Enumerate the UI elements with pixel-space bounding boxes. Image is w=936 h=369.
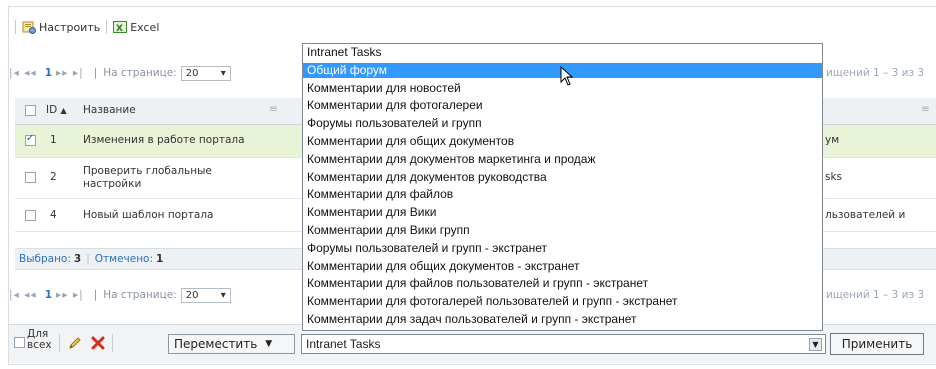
selected-count-value: 3 <box>73 253 82 265</box>
pager-separator: | <box>93 67 98 79</box>
pager-first-prev-icon[interactable]: |◂ ◂◂ <box>9 289 37 301</box>
dropdown-option[interactable]: Комментарии для документов маркетинга и … <box>303 152 822 167</box>
per-page-select[interactable]: 20 ▾ <box>180 65 231 81</box>
chevron-down-icon: ▾ <box>220 289 226 301</box>
row-id: 4 <box>50 209 57 221</box>
svg-text:X: X <box>116 24 123 34</box>
row-title[interactable]: Изменения в работе портала <box>83 134 245 146</box>
apply-button-label: Применить <box>841 337 913 351</box>
row-id: 1 <box>50 134 57 146</box>
column-header-id-label: ID <box>46 104 58 116</box>
chevron-down-icon: ▼ <box>265 339 273 349</box>
action-select[interactable]: Переместить ▼ <box>168 334 295 354</box>
excel-icon: X <box>113 21 128 34</box>
excel-button[interactable]: X Excel <box>113 20 159 34</box>
for-all-line2: всех <box>27 339 52 351</box>
dropdown-option[interactable]: Intranet Tasks <box>303 45 822 60</box>
row-forum: sks <box>825 171 843 183</box>
dropdown-option[interactable]: Комментарии для файлов <box>303 187 822 202</box>
column-header-title[interactable]: Название <box>83 104 136 116</box>
pager-bottom: |◂ ◂◂ 1 ▸▸ ▸| | На странице: 20 ▾ <box>9 286 231 304</box>
row-title-line2[interactable]: настройки <box>83 178 141 190</box>
column-menu-icon[interactable]: ≡ <box>921 103 930 115</box>
configure-icon <box>22 21 36 34</box>
configure-label: Настроить <box>39 20 101 34</box>
row-checkbox[interactable] <box>25 172 36 183</box>
marked-count-label: Отмечено: <box>94 253 154 265</box>
column-header-id[interactable]: ID ▲ <box>46 104 67 116</box>
toolbar-divider <box>15 20 16 34</box>
row-forum: льзователей и <box>825 209 906 221</box>
excel-label: Excel <box>130 20 160 34</box>
pager-separator: | <box>93 289 98 301</box>
target-forum-dropdown-list: Intranet Tasks Общий форум Комментарии для… <box>302 43 823 331</box>
row-title[interactable]: Новый шаблон портала <box>83 209 213 221</box>
pager-current-page[interactable]: 1 <box>45 289 52 301</box>
pager-next-last-icon[interactable]: ▸▸ ▸| <box>56 67 84 79</box>
pager-range-text: ищений 1 – 3 из 3 <box>826 67 925 79</box>
actions-divider <box>59 334 60 352</box>
row-checkbox[interactable] <box>25 210 36 221</box>
per-page-label: На странице: <box>103 289 177 301</box>
per-page-select[interactable]: 20 ▾ <box>180 287 231 303</box>
dropdown-option[interactable]: Комментарии для общих документов - экстр… <box>303 259 822 274</box>
for-all-checkbox[interactable] <box>14 337 25 348</box>
status-divider: | <box>86 253 90 265</box>
column-menu-icon[interactable]: ≡ <box>269 103 278 115</box>
dropdown-option[interactable]: Комментарии для Вики групп <box>303 223 822 238</box>
pager-range-text: ищений 1 – 3 из 3 <box>826 289 925 301</box>
target-forum-select-value: Intranet Tasks <box>306 337 381 351</box>
dropdown-option[interactable]: Комментарии для общих документов <box>303 134 822 149</box>
target-forum-select[interactable]: Intranet Tasks ▼ <box>301 334 826 354</box>
configure-button[interactable]: Настроить <box>22 20 100 34</box>
dropdown-option[interactable]: Комментарии для Вики <box>303 205 822 220</box>
per-page-label: На странице: <box>103 67 177 79</box>
pager-next-last-icon[interactable]: ▸▸ ▸| <box>56 289 84 301</box>
row-checkbox[interactable] <box>25 133 36 146</box>
row-title-line1[interactable]: Проверить глобальные <box>83 165 212 177</box>
pager-top: |◂ ◂◂ 1 ▸▸ ▸| | На странице: 20 ▾ <box>9 64 231 82</box>
dropdown-option[interactable]: Комментарии для задач пользователей и гр… <box>303 312 822 327</box>
row-forum: ум <box>825 134 840 146</box>
apply-button[interactable]: Применить <box>830 333 924 355</box>
dropdown-option[interactable]: Комментарии для файлов пользователей и г… <box>303 276 822 291</box>
dropdown-option[interactable]: Комментарии для фотогалерей пользователе… <box>303 294 822 309</box>
marked-count-value: 1 <box>156 253 164 265</box>
row-id: 2 <box>50 171 57 183</box>
edit-icon[interactable] <box>67 335 83 351</box>
action-select-value: Переместить <box>174 337 258 351</box>
selected-count-label: Выбрано: <box>19 253 71 265</box>
chevron-down-icon: ▾ <box>220 67 226 79</box>
select-all-checkbox[interactable] <box>25 105 36 116</box>
pager-current-page[interactable]: 1 <box>45 67 52 79</box>
dropdown-option[interactable]: Форумы пользователей и групп - экстранет <box>303 241 822 256</box>
per-page-value: 20 <box>185 67 199 79</box>
delete-icon[interactable] <box>90 335 106 351</box>
dropdown-option[interactable]: Комментарии для фотогалереи <box>303 98 822 113</box>
pager-first-prev-icon[interactable]: |◂ ◂◂ <box>9 67 37 79</box>
per-page-value: 20 <box>185 289 199 301</box>
chevron-down-icon[interactable]: ▼ <box>809 338 822 351</box>
dropdown-option[interactable]: Форумы пользователей и групп <box>303 116 822 131</box>
for-all-label: Для всех <box>27 329 52 351</box>
actions-divider <box>112 334 113 352</box>
mouse-cursor-icon <box>560 66 574 86</box>
toolbar-divider <box>106 20 108 34</box>
sort-asc-icon: ▲ <box>60 106 67 115</box>
grid-toolbar: Настроить X Excel <box>9 14 159 40</box>
dropdown-option[interactable]: Комментарии для документов руководства <box>303 170 822 185</box>
